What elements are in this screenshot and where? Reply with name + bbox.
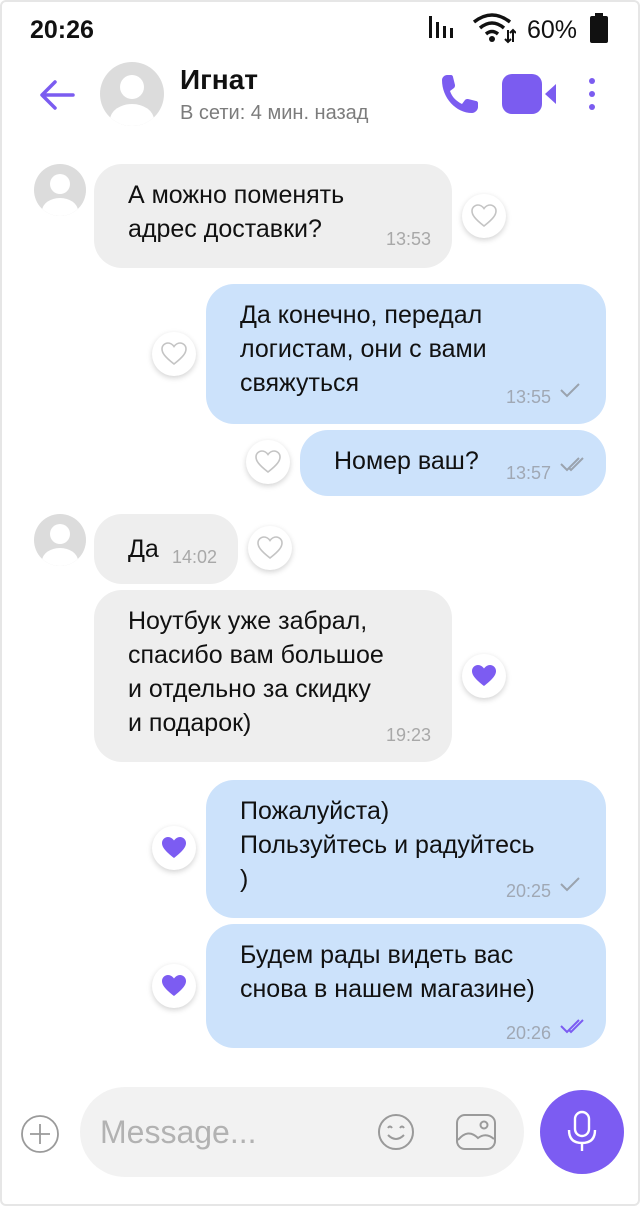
avatar-placeholder-icon bbox=[42, 524, 78, 566]
voice-message-button[interactable] bbox=[540, 1090, 624, 1174]
call-button[interactable] bbox=[434, 70, 482, 118]
message-text: Будем рады видеть вас снова в нашем мага… bbox=[240, 941, 535, 1003]
message-bubble-outgoing[interactable]: Номер ваш? 13:57 bbox=[300, 430, 606, 496]
emoji-button[interactable] bbox=[376, 1112, 416, 1152]
message-bubble-outgoing[interactable]: Пожалуйста) Пользуйтесь и радуйтесь ) 20… bbox=[206, 780, 606, 918]
message-time: 14:02 bbox=[172, 547, 218, 567]
message-text: Номер ваш? bbox=[334, 447, 479, 475]
gallery-button[interactable] bbox=[454, 1112, 498, 1152]
check-icon bbox=[560, 877, 580, 892]
message-text: Да bbox=[128, 535, 159, 563]
heart-icon bbox=[161, 342, 187, 366]
message-bubble-incoming[interactable]: Ноутбук уже забрал, спасибо вам большое … bbox=[94, 590, 452, 762]
message-input[interactable] bbox=[100, 1109, 360, 1155]
message-time: 13:55 bbox=[506, 387, 552, 407]
double-check-icon bbox=[560, 1019, 584, 1034]
status-time: 20:26 bbox=[30, 16, 94, 44]
message-time: 20:25 bbox=[506, 881, 552, 901]
message-text: Ноутбук уже забрал, спасибо вам большое … bbox=[128, 607, 384, 737]
video-camera-icon bbox=[502, 74, 556, 114]
more-vertical-icon bbox=[589, 78, 595, 84]
video-call-button[interactable] bbox=[500, 70, 560, 118]
sender-avatar[interactable] bbox=[34, 164, 86, 216]
phone-icon bbox=[442, 75, 478, 113]
message-bubble-incoming[interactable]: А можно поменять адрес доставки? 13:53 bbox=[94, 164, 452, 268]
message-time: 13:57 bbox=[506, 463, 552, 483]
more-menu-button[interactable] bbox=[578, 70, 606, 118]
battery-percentage: 60% bbox=[527, 16, 578, 44]
message-bubble-outgoing[interactable]: Да конечно, передал логистам, они с вами… bbox=[206, 284, 606, 424]
contact-status: В сети: 4 мин. назад bbox=[180, 102, 369, 124]
check-icon bbox=[560, 383, 580, 398]
like-button[interactable] bbox=[462, 194, 506, 238]
heart-icon bbox=[471, 204, 497, 228]
wifi-icon bbox=[472, 13, 516, 44]
message-time: 20:26 bbox=[506, 1023, 552, 1043]
back-arrow-icon bbox=[40, 80, 75, 110]
like-button[interactable] bbox=[152, 332, 196, 376]
like-button[interactable] bbox=[152, 964, 196, 1008]
heart-filled-icon bbox=[162, 837, 186, 858]
like-button[interactable] bbox=[152, 826, 196, 870]
like-button[interactable] bbox=[462, 654, 506, 698]
message-text: А можно поменять адрес доставки? bbox=[128, 181, 345, 243]
contact-avatar[interactable] bbox=[100, 62, 164, 126]
contact-name[interactable]: Игнат bbox=[180, 64, 258, 96]
message-text: Да конечно, передал логистам, они с вами… bbox=[240, 301, 487, 397]
signal-icon bbox=[429, 16, 453, 38]
smiley-icon bbox=[378, 1114, 414, 1150]
plus-circle-icon bbox=[21, 1115, 59, 1153]
add-attachment-button[interactable] bbox=[20, 1114, 60, 1154]
more-vertical-icon-dot bbox=[589, 104, 595, 110]
message-bubble-outgoing[interactable]: Будем рады видеть вас снова в нашем мага… bbox=[206, 924, 606, 1048]
avatar-placeholder-icon bbox=[110, 75, 154, 126]
back-button[interactable] bbox=[36, 74, 78, 116]
chat-header: Игнат В сети: 4 мин. назад bbox=[0, 58, 640, 138]
battery-icon bbox=[590, 13, 608, 43]
sender-avatar[interactable] bbox=[34, 514, 86, 566]
message-text: Пожалуйста) Пользуйтесь и радуйтесь ) bbox=[240, 797, 535, 893]
avatar-placeholder-icon bbox=[42, 174, 78, 216]
heart-filled-icon bbox=[162, 975, 186, 996]
like-button[interactable] bbox=[248, 526, 292, 570]
status-bar: 20:26 60% bbox=[0, 0, 640, 58]
image-icon bbox=[456, 1114, 496, 1150]
heart-filled-icon bbox=[472, 665, 496, 686]
message-time: 13:53 bbox=[386, 229, 432, 249]
like-button[interactable] bbox=[246, 440, 290, 484]
microphone-icon bbox=[567, 1110, 597, 1151]
heart-icon bbox=[255, 450, 281, 474]
double-check-icon bbox=[560, 457, 584, 472]
message-composer bbox=[80, 1087, 524, 1177]
message-bubble-incoming[interactable]: Да 14:02 bbox=[94, 514, 238, 584]
more-vertical-icon-dot bbox=[589, 91, 595, 97]
heart-icon bbox=[257, 536, 283, 560]
message-time: 19:23 bbox=[386, 725, 432, 745]
